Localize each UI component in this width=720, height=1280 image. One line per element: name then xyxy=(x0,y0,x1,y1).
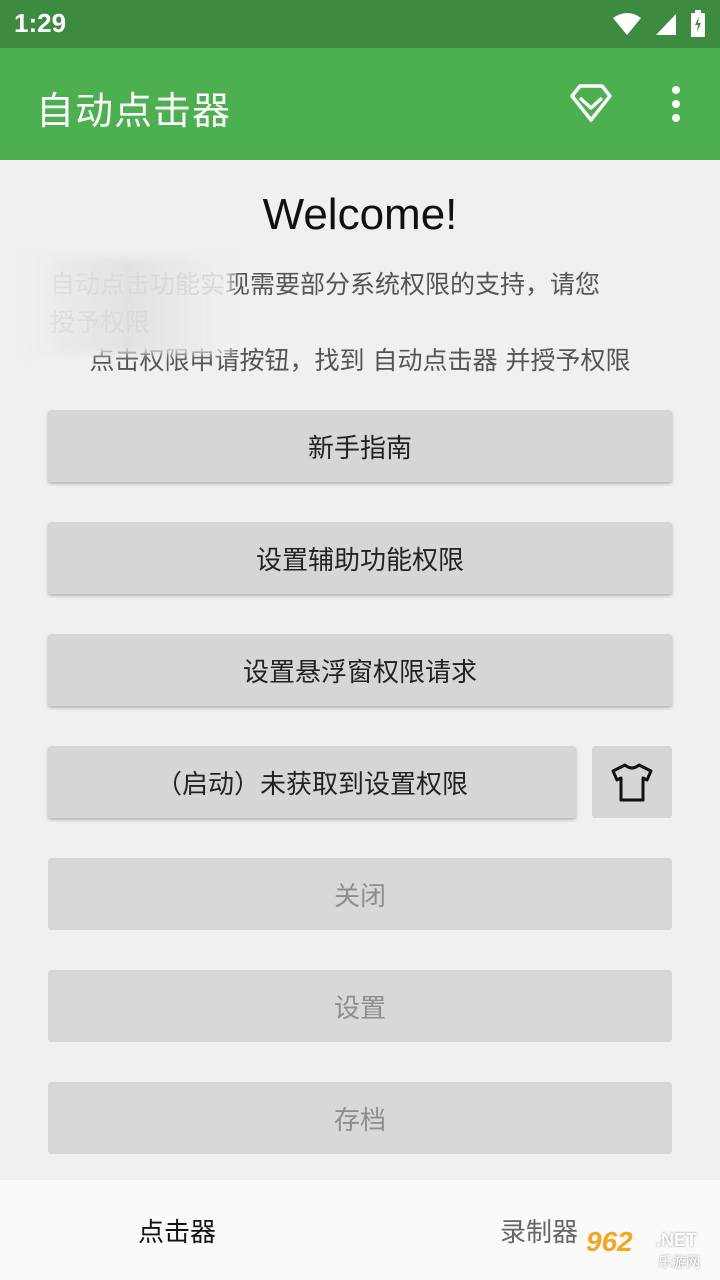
diamond-icon[interactable] xyxy=(566,80,616,126)
accessibility-permission-button[interactable]: 设置辅助功能权限 xyxy=(48,522,672,594)
cell-signal-icon xyxy=(656,14,676,35)
theme-button[interactable] xyxy=(592,746,672,818)
archive-button: 存档 xyxy=(48,1082,672,1154)
more-vert-icon[interactable] xyxy=(660,82,692,126)
beginner-guide-button[interactable]: 新手指南 xyxy=(48,410,672,482)
overlay-permission-button[interactable]: 设置悬浮窗权限请求 xyxy=(48,634,672,706)
wifi-icon xyxy=(613,13,641,35)
watermark-net: .NET xyxy=(656,1230,698,1250)
start-button[interactable]: （启动）未获取到设置权限 xyxy=(48,746,576,818)
close-button: 关闭 xyxy=(48,858,672,930)
welcome-title: Welcome! xyxy=(262,190,458,239)
shirt-icon xyxy=(611,763,653,802)
nav-tab-clicker[interactable]: 点击器 xyxy=(138,1212,216,1249)
status-time: 1:29 xyxy=(14,8,67,38)
battery-icon xyxy=(691,10,705,37)
status-bar: 1:29 xyxy=(0,0,720,48)
status-icons xyxy=(612,10,706,38)
app-title: 自动点击器 xyxy=(36,89,232,133)
settings-button: 设置 xyxy=(48,970,672,1042)
watermark-main: 962 xyxy=(586,1226,633,1257)
nav-tab-recorder[interactable]: 录制器 xyxy=(500,1212,578,1249)
main-content: Welcome! 自动点击功能实现需要部分系统权限的支持，请您 授予权限 点击权… xyxy=(0,160,720,1180)
watermark-sub: 乐游网 xyxy=(658,1255,700,1271)
watermark-logo: 962 .NET 乐游网 xyxy=(586,1226,716,1276)
app-bar: 自动点击器 xyxy=(0,48,720,160)
blurred-region xyxy=(22,258,232,354)
